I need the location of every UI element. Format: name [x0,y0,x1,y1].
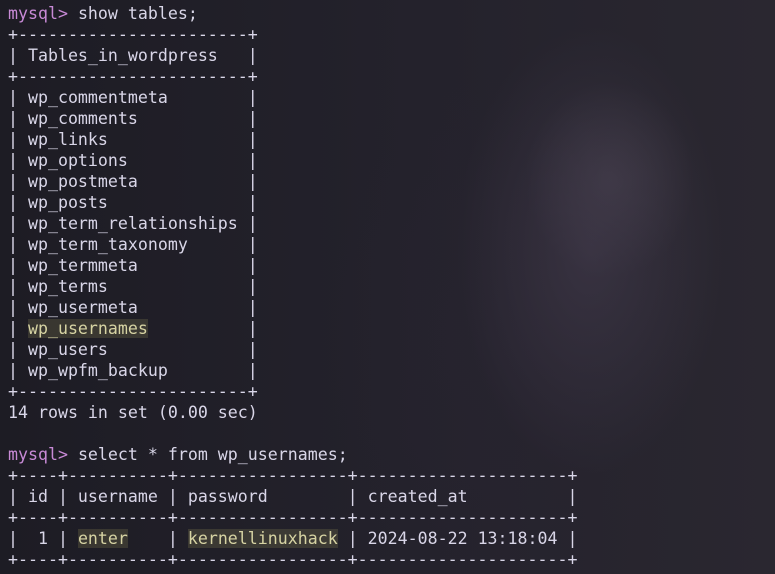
row-border: | [137,256,258,275]
username-cell-highlighted: enter [77,529,128,548]
table-row: | wp_options | [8,150,775,171]
row-cells: | 2024-08-22 13:18:04 | [337,529,578,548]
row-cells: | [127,529,188,548]
table-row: | wp_commentmeta | [8,87,775,108]
row-border: | [8,193,28,212]
password-cell-highlighted: kernellinuxhack [187,529,338,548]
table-name: wp_term_taxonomy [27,235,188,254]
table-name: wp_users [27,340,108,359]
row-border: | [137,109,258,128]
row-border: | [8,298,28,317]
row-border: | [8,319,28,338]
row-border: | [8,109,28,128]
row-border: | [8,235,28,254]
table-row: | wp_postmeta | [8,171,775,192]
table-border-bottom: +----+----------+-----------------+-----… [8,550,578,569]
terminal-output[interactable]: mysql> show tables; +-------------------… [8,3,775,574]
table-border-bottom: +-----------------------+ [8,382,258,401]
table-name: wp_term_relationships [27,214,238,233]
row-border: | [237,214,258,233]
table-row: | wp_term_taxonomy | [8,234,775,255]
table-border-mid: +----+----------+-----------------+-----… [8,508,578,527]
row-border: | [167,88,258,107]
row-border: | [107,130,258,149]
command-text: select * from wp_usernames; [67,445,348,464]
row-border: | [8,172,28,191]
table-row: | wp_posts | [8,192,775,213]
command-line-select: mysql> select * from wp_usernames; [8,444,775,465]
row-border: | [167,361,258,380]
table-name: wp_posts [27,193,108,212]
table-row: | wp_termmeta | [8,255,775,276]
row-border: | [8,214,28,233]
table-border-mid: +-----------------------+ [8,67,258,86]
table-row: | wp_wpfm_backup | [8,360,775,381]
table-border-top: +----+----------+-----------------+-----… [8,466,578,485]
row-border: | [8,256,28,275]
row-border: | [8,340,28,359]
table-row: | 1 | enter | kernellinuxhack | 2024-08-… [8,528,775,549]
table-row: | wp_usermeta | [8,297,775,318]
row-border: | [137,298,258,317]
table-row: | wp_usernames | [8,318,775,339]
row-border: | [187,235,258,254]
table-header-row: | Tables_in_wordpress | [8,46,258,65]
row-border: | [8,151,28,170]
table-name: wp_wpfm_backup [27,361,168,380]
table-name: wp_terms [27,277,108,296]
table-header-row: | id | username | password | created_at … [8,487,578,506]
row-cells: | 1 | [8,529,78,548]
table-name-highlighted: wp_usernames [27,319,148,338]
table-row: | wp_users | [8,339,775,360]
table-row: | wp_links | [8,129,775,150]
row-border: | [107,340,258,359]
row-border: | [107,277,258,296]
row-border: | [8,130,28,149]
result-summary: 14 rows in set (0.00 sec) [8,403,258,422]
row-border: | [107,193,258,212]
mysql-prompt: mysql> [8,445,68,464]
table-name: wp_commentmeta [27,88,168,107]
row-border: | [127,151,258,170]
row-border: | [8,277,28,296]
table-name: wp_options [27,151,128,170]
table-name: wp_termmeta [27,256,138,275]
row-border: | [8,361,28,380]
row-border: | [137,172,258,191]
table-name: wp_links [27,130,108,149]
table-name: wp_postmeta [27,172,138,191]
table-name: wp_usermeta [27,298,138,317]
table-row: | wp_term_relationships | [8,213,775,234]
command-line-show-tables: mysql> show tables; [8,3,775,24]
row-border: | [8,88,28,107]
mysql-prompt: mysql> [8,4,68,23]
row-border: | [147,319,258,338]
table-border-top: +-----------------------+ [8,25,258,44]
table-row: | wp_comments | [8,108,775,129]
command-text: show tables; [67,4,198,23]
table-name: wp_comments [27,109,138,128]
table-row: | wp_terms | [8,276,775,297]
